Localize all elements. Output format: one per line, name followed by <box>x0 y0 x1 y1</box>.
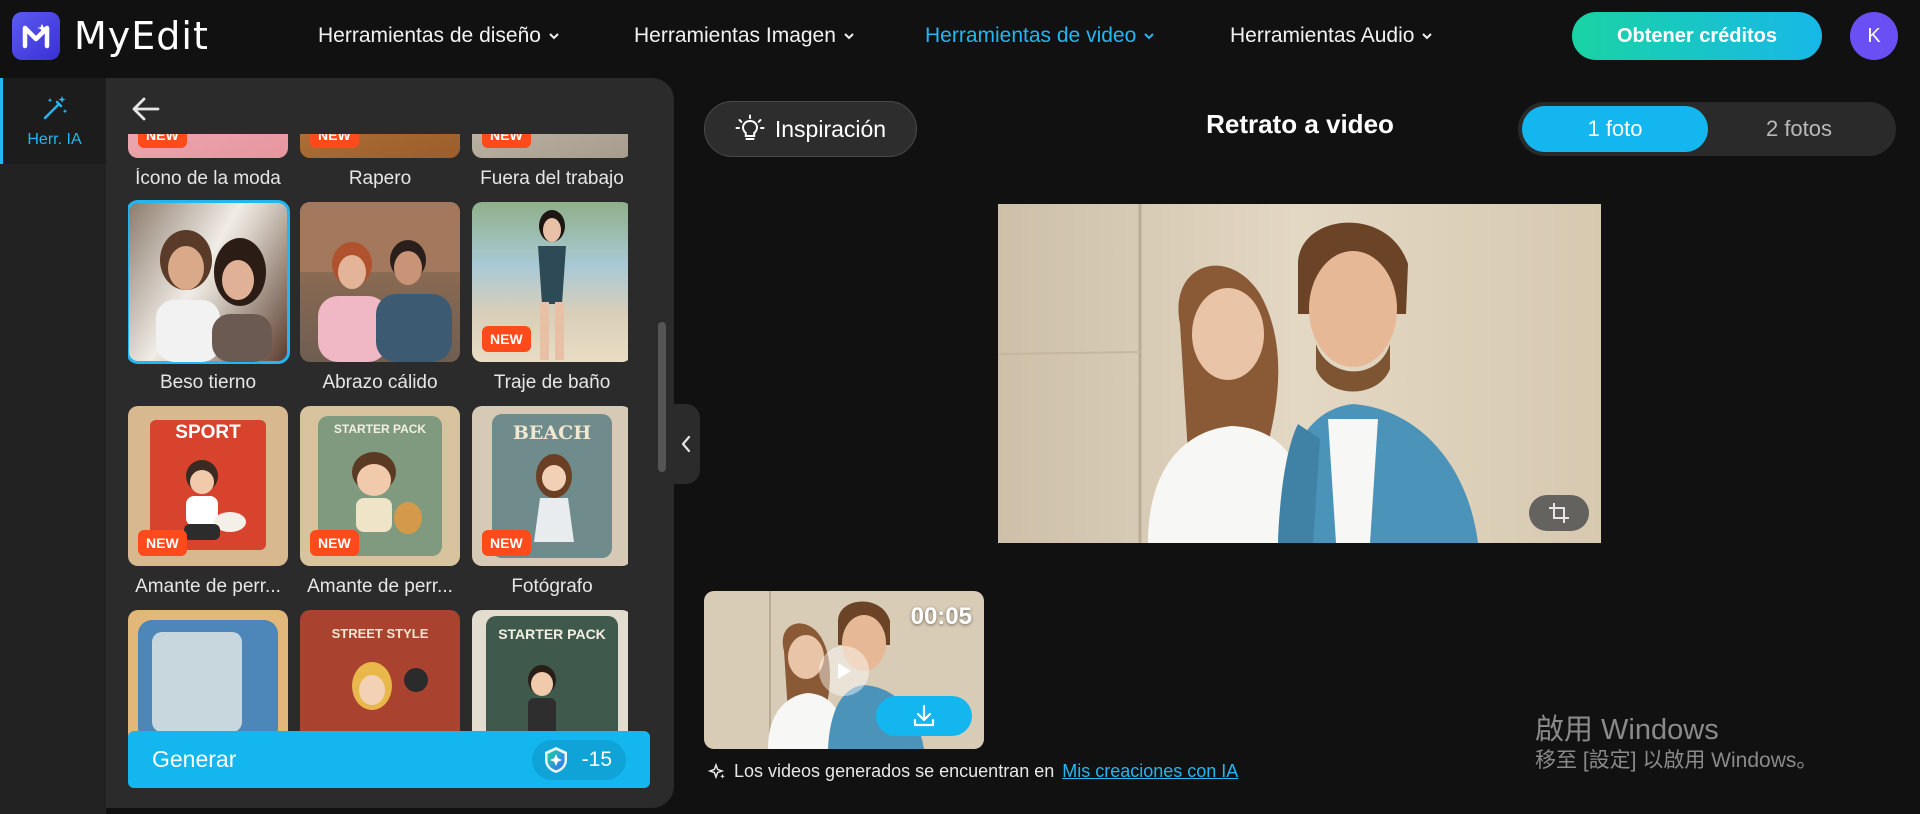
credit-cost-value: -15 <box>581 747 612 771</box>
page-title: Retrato a video <box>1206 109 1394 139</box>
couple-illustration <box>156 230 272 362</box>
template-label: Fotógrafo <box>511 576 593 597</box>
arrow-left-icon <box>132 97 160 121</box>
nav-image-tools-label: Herramientas Imagen <box>634 24 836 47</box>
creations-note-text: Los videos generados se encuentran en <box>734 761 1055 781</box>
lightbulb-icon <box>735 114 765 140</box>
template-card[interactable]: NEW Rapero <box>300 134 460 190</box>
credit-cost: -15 <box>531 739 626 780</box>
template-card-selected[interactable]: Beso tierno <box>128 200 290 394</box>
template-card[interactable]: NEW Traje de baño <box>472 202 628 394</box>
back-button[interactable] <box>128 94 164 124</box>
chevron-left-icon <box>681 435 691 453</box>
inspiration-button[interactable]: Inspiración <box>704 101 917 157</box>
nav-audio-tools-label: Herramientas Audio <box>1230 24 1415 47</box>
template-thumbnail <box>128 200 290 364</box>
generate-label: Generar <box>152 746 237 772</box>
template-label: Ícono de la moda <box>135 168 281 189</box>
myedit-logo-icon <box>12 12 60 60</box>
template-card[interactable]: BEACH NEW Fotógrafo <box>472 406 628 598</box>
download-button[interactable] <box>876 696 972 736</box>
photo-count-toggle: 1 foto 2 fotos <box>1518 102 1896 156</box>
top-navigation: MyEdit Herramientas de diseño Herramient… <box>0 0 1920 72</box>
generate-button[interactable]: Generar -15 <box>128 731 650 788</box>
tab-2-photos[interactable]: 2 fotos <box>1706 106 1892 152</box>
crop-icon <box>1549 503 1569 523</box>
get-credits-button[interactable]: Obtener créditos <box>1572 12 1822 60</box>
sidebar-item-label: Herr. IA <box>27 131 82 148</box>
template-label: Fuera del trabajo <box>480 168 624 189</box>
template-thumbnail: NEW <box>128 134 288 158</box>
uploaded-photo <box>998 204 1601 543</box>
sparkle-icon <box>708 762 725 779</box>
credit-icon <box>544 746 567 773</box>
template-card[interactable]: STARTER PACK NEW Amante de perr... <box>300 406 460 598</box>
video-duration: 00:05 <box>910 603 972 630</box>
template-label: Traje de baño <box>493 372 611 393</box>
template-label: Rapero <box>348 168 412 189</box>
new-badge: NEW <box>482 134 531 148</box>
template-label: Amante de perr... <box>135 576 281 597</box>
template-thumbnail: NEW <box>300 134 460 158</box>
nav-design-tools-label: Herramientas de diseño <box>318 24 541 47</box>
template-thumbnail: STARTER PACK NEW <box>300 406 460 566</box>
template-thumbnail: NEW <box>472 202 628 362</box>
template-label: Beso tierno <box>159 372 257 393</box>
play-icon <box>838 663 851 679</box>
left-rail: Herr. IA <box>0 78 106 814</box>
template-thumbnail: SPORT NEW <box>128 406 288 566</box>
nav-audio-tools[interactable]: Herramientas Audio <box>1230 0 1434 72</box>
new-badge: NEW <box>310 530 359 556</box>
template-grid[interactable]: NEW Ícono de la moda NEW Rapero NEW Fuer… <box>128 134 628 784</box>
avatar[interactable]: K <box>1850 12 1898 60</box>
tab-1-photo[interactable]: 1 foto <box>1522 106 1708 152</box>
template-panel: NEW Ícono de la moda NEW Rapero NEW Fuer… <box>106 78 674 808</box>
couple-photo-illustration <box>998 204 1601 543</box>
brand-name: MyEdit <box>74 14 209 58</box>
nav-video-tools[interactable]: Herramientas de video <box>925 0 1156 72</box>
hug-illustration <box>300 202 460 362</box>
download-icon <box>913 704 935 727</box>
generated-video-card[interactable]: 00:05 <box>704 591 984 749</box>
new-badge: NEW <box>482 326 531 352</box>
logo[interactable]: MyEdit <box>12 12 209 60</box>
new-badge: NEW <box>138 530 187 556</box>
inspiration-label: Inspiración <box>774 115 887 142</box>
crop-button[interactable] <box>1529 495 1589 531</box>
chevron-down-icon <box>1144 33 1154 40</box>
template-card[interactable]: NEW Fuera del trabajo <box>472 134 628 190</box>
nav-video-tools-label: Herramientas de video <box>925 24 1137 47</box>
collapse-panel-button[interactable] <box>672 404 700 484</box>
my-ai-creations-link[interactable]: Mis creaciones con IA <box>1062 761 1238 782</box>
windows-activation-subtitle: 移至 [設定] 以啟用 Windows。 <box>1535 749 1818 772</box>
new-badge: NEW <box>310 134 359 148</box>
play-button[interactable] <box>819 646 869 696</box>
sidebar-item-ai-tools[interactable]: Herr. IA <box>0 78 106 164</box>
new-badge: NEW <box>482 530 531 556</box>
nav-image-tools[interactable]: Herramientas Imagen <box>634 0 856 72</box>
chevron-down-icon <box>1422 33 1433 40</box>
template-label: Amante de perr... <box>307 576 453 597</box>
panel-scrollbar[interactable] <box>658 322 666 472</box>
template-card[interactable]: SPORT NEW Amante de perr... <box>128 406 288 598</box>
template-thumbnail: NEW <box>472 134 628 158</box>
template-thumbnail: BEACH NEW <box>472 406 628 566</box>
new-badge: NEW <box>138 134 187 148</box>
template-label: Abrazo cálido <box>322 372 438 393</box>
template-card[interactable]: NEW Ícono de la moda <box>128 134 288 190</box>
template-thumbnail <box>300 202 460 362</box>
chevron-down-icon <box>549 33 559 40</box>
chevron-down-icon <box>844 33 854 40</box>
creations-note: Los videos generados se encuentran en Mi… <box>708 761 1238 782</box>
windows-activation-title: 啟用 Windows <box>1535 714 1719 746</box>
nav-design-tools[interactable]: Herramientas de diseño <box>318 0 561 72</box>
magic-wand-icon <box>43 96 67 120</box>
template-card[interactable]: Abrazo cálido <box>300 202 460 394</box>
